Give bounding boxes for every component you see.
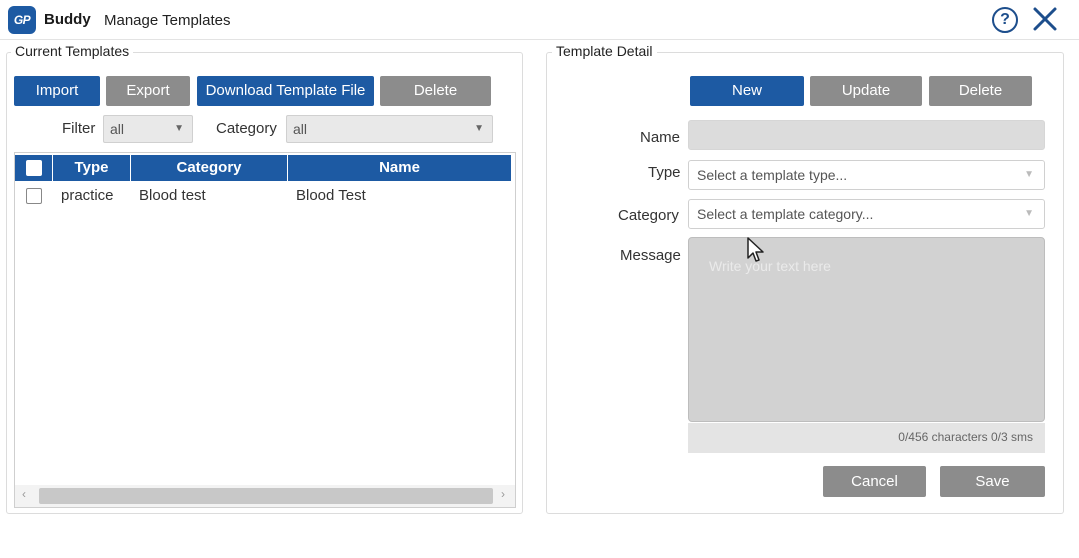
chevron-down-icon: ▼ <box>174 123 184 134</box>
message-placeholder: Write your text here <box>709 258 831 274</box>
download-template-file-button[interactable]: Download Template File <box>197 76 374 106</box>
message-label: Message <box>620 247 681 264</box>
scroll-left-icon[interactable]: ‹ <box>22 487 26 501</box>
close-icon[interactable] <box>1030 4 1060 34</box>
row-type: practice <box>61 187 114 204</box>
category-label: Category <box>618 207 679 224</box>
app-brand: Buddy <box>44 11 91 28</box>
scroll-right-icon[interactable]: › <box>501 487 505 501</box>
mouse-pointer-icon <box>747 237 764 262</box>
current-templates-title: Current Templates <box>11 43 134 59</box>
template-detail-title: Template Detail <box>552 43 657 59</box>
category-filter-select[interactable]: all ▼ <box>286 115 493 143</box>
type-placeholder: Select a template type... <box>697 167 848 183</box>
new-button[interactable]: New <box>690 76 804 106</box>
message-textarea[interactable]: Write your text here <box>688 237 1045 422</box>
help-icon[interactable]: ? <box>992 7 1018 33</box>
update-button[interactable]: Update <box>810 76 922 106</box>
window-title: Manage Templates <box>104 12 231 29</box>
delete-detail-button[interactable]: Delete <box>929 76 1032 106</box>
column-header-category[interactable]: Category <box>131 155 288 181</box>
name-input[interactable] <box>688 120 1045 150</box>
filter-select[interactable]: all ▼ <box>103 115 193 143</box>
delete-template-button[interactable]: Delete <box>380 76 491 106</box>
chevron-down-icon: ▼ <box>1024 208 1034 219</box>
name-label: Name <box>640 129 681 146</box>
app-logo: GP <box>8 6 36 34</box>
import-button[interactable]: Import <box>14 76 100 106</box>
type-select[interactable]: Select a template type... ▼ <box>688 160 1045 190</box>
type-label: Type <box>648 164 681 181</box>
title-bar: GP Buddy Manage Templates ? <box>0 0 1079 40</box>
column-header-type[interactable]: Type <box>53 155 131 181</box>
row-checkbox[interactable] <box>26 188 42 204</box>
export-button[interactable]: Export <box>106 76 190 106</box>
select-all-header <box>15 155 53 181</box>
table-row[interactable]: practice Blood test Blood Test <box>15 183 511 209</box>
cancel-button[interactable]: Cancel <box>823 466 926 497</box>
column-header-name[interactable]: Name <box>288 155 511 181</box>
chevron-down-icon: ▼ <box>474 123 484 134</box>
category-placeholder: Select a template category... <box>697 206 874 222</box>
select-all-checkbox[interactable] <box>26 160 42 176</box>
table-header: Type Category Name <box>15 155 511 181</box>
save-button[interactable]: Save <box>940 466 1045 497</box>
filter-select-value: all <box>110 121 125 137</box>
scrollbar-thumb[interactable] <box>39 488 493 504</box>
category-filter-label: Category <box>216 120 277 137</box>
filter-label: Filter <box>62 120 96 137</box>
horizontal-scrollbar[interactable]: ‹ › <box>15 485 515 507</box>
category-select[interactable]: Select a template category... ▼ <box>688 199 1045 229</box>
category-filter-value: all <box>293 121 308 137</box>
chevron-down-icon: ▼ <box>1024 169 1034 180</box>
row-name: Blood Test <box>296 187 366 204</box>
row-category: Blood test <box>139 187 206 204</box>
templates-table: Type Category Name practice Blood test B… <box>14 152 516 508</box>
character-counter: 0/456 characters 0/3 sms <box>688 423 1045 453</box>
